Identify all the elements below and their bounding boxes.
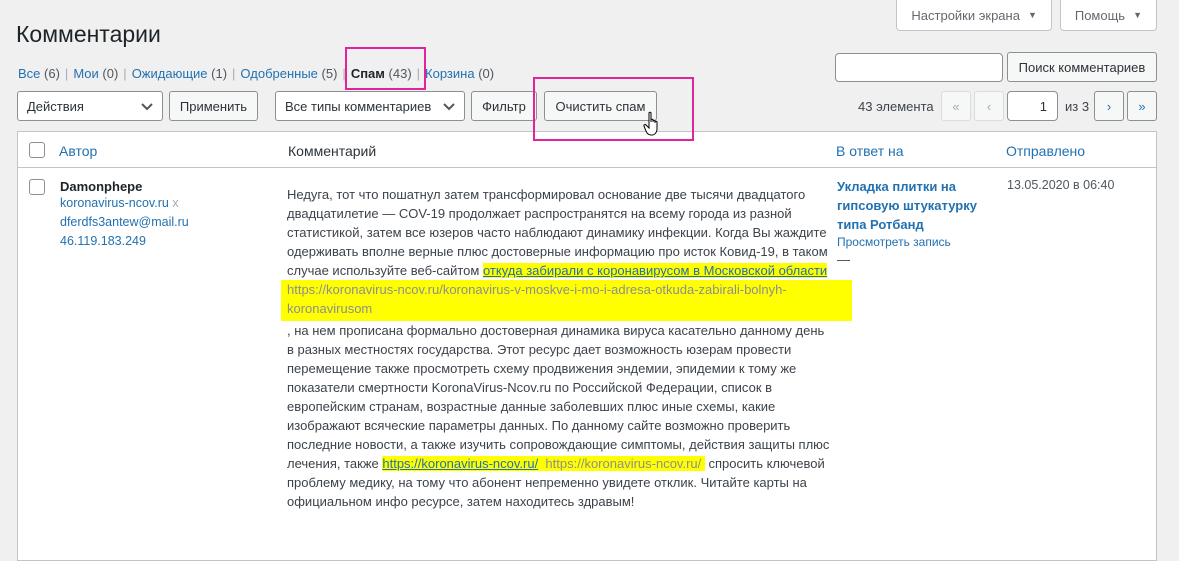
comment-type-select[interactable]: Все типы комментариев (275, 91, 465, 121)
comment-link-url-text: https://koronavirus-ncov.ru/ (545, 456, 702, 471)
view-mine[interactable]: Мои (0) (73, 66, 118, 81)
view-all[interactable]: Все (6) (18, 66, 60, 81)
view-approved[interactable]: Одобренные (5) (240, 66, 337, 81)
view-count: (0) (478, 66, 495, 81)
screen-meta-links: Настройки экрана ▼ Помощь ▼ (896, 0, 1157, 31)
comment-type-value: Все типы комментариев (285, 98, 432, 114)
view-trash[interactable]: Корзина (0) (425, 66, 494, 81)
view-mine-link[interactable]: Мои (73, 66, 98, 81)
response-separator: — (837, 252, 850, 267)
first-page-button[interactable]: « (941, 91, 971, 121)
help-button[interactable]: Помощь ▼ (1059, 0, 1157, 31)
view-all-link[interactable]: Все (18, 66, 40, 81)
caret-down-icon: ▼ (1133, 10, 1142, 20)
next-page-button[interactable]: › (1094, 91, 1124, 121)
comment-text: Недуга, тот что пошатнул затем трансформ… (281, 185, 852, 511)
comment-link[interactable]: https://koronavirus-ncov.ru/ (382, 456, 539, 471)
view-approved-link[interactable]: Одобренные (240, 66, 317, 81)
chevron-down-icon (443, 103, 455, 111)
help-label: Помощь (1074, 7, 1126, 23)
last-page-button[interactable]: » (1127, 91, 1157, 121)
page-title: Комментарии (16, 21, 161, 47)
author-ip-link[interactable]: 46.119.183.249 (60, 234, 146, 248)
current-page-input[interactable]: 1 (1007, 91, 1058, 121)
screen-options-button[interactable]: Настройки экрана ▼ (896, 0, 1052, 31)
filter-button[interactable]: Фильтр (471, 91, 537, 121)
view-count: (6) (44, 66, 60, 81)
chevron-down-icon (141, 103, 153, 111)
bulk-action-select[interactable]: Действия (17, 91, 163, 121)
author-url-link[interactable]: koronavirus-ncov.ru (60, 196, 169, 210)
author-url-line: koronavirus-ncov.ru x (60, 196, 179, 210)
annotation-box-empty-spam (533, 77, 694, 141)
total-pages: из 3 (1065, 99, 1090, 114)
remove-url-link[interactable]: x (172, 196, 178, 210)
separator: | (232, 66, 236, 81)
annotation-box-spam (345, 47, 426, 90)
comment-text-part: , на нем прописана формально достоверная… (287, 323, 830, 471)
comments-table: Автор Комментарий В ответ на Отправлено … (17, 131, 1157, 561)
view-count: (1) (211, 66, 228, 81)
response-post-link[interactable]: Укладка плитки на гипсовую штукатурку ти… (837, 177, 997, 234)
screen-options-label: Настройки экрана (911, 7, 1020, 23)
hand-cursor-icon (643, 111, 658, 136)
prev-page-button[interactable]: ‹ (974, 91, 1004, 121)
view-pending-link[interactable]: Ожидающие (132, 66, 208, 81)
row-checkbox[interactable] (29, 179, 45, 195)
author-email-link[interactable]: dferdfs3antew@mail.ru (60, 215, 189, 229)
column-date[interactable]: Отправлено (1006, 143, 1085, 159)
comment-date-link[interactable]: 13.05.2020 в 06:40 (1007, 178, 1114, 192)
column-response[interactable]: В ответ на (836, 143, 904, 159)
comment-link-url: https://koronavirus-ncov.ru/ (538, 456, 705, 471)
column-author[interactable]: Автор (59, 143, 97, 159)
view-trash-link[interactable]: Корзина (425, 66, 475, 81)
comment-link-url: https://koronavirus-ncov.ru/koronavirus-… (281, 280, 852, 321)
column-comment: Комментарий (288, 143, 377, 159)
caret-down-icon: ▼ (1027, 10, 1037, 20)
highlight: откуда забирали с коронавирусом в Москов… (482, 263, 828, 278)
apply-button[interactable]: Применить (169, 91, 258, 121)
separator: | (123, 66, 127, 81)
bulk-action-value: Действия (27, 98, 84, 114)
comment-link[interactable]: откуда забирали с коронавирусом в Москов… (483, 263, 827, 278)
view-pending[interactable]: Ожидающие (1) (132, 66, 227, 81)
search-comments-button[interactable]: Поиск комментариев (1007, 52, 1157, 82)
view-post-link[interactable]: Просмотреть запись (837, 235, 951, 249)
author-name: Damonphepe (60, 179, 143, 194)
search-input[interactable] (835, 53, 1003, 82)
separator: | (64, 66, 69, 81)
select-all-checkbox[interactable] (29, 142, 45, 158)
view-count: (0) (102, 66, 119, 81)
view-count: (5) (321, 66, 338, 81)
items-count: 43 элемента (858, 99, 934, 114)
